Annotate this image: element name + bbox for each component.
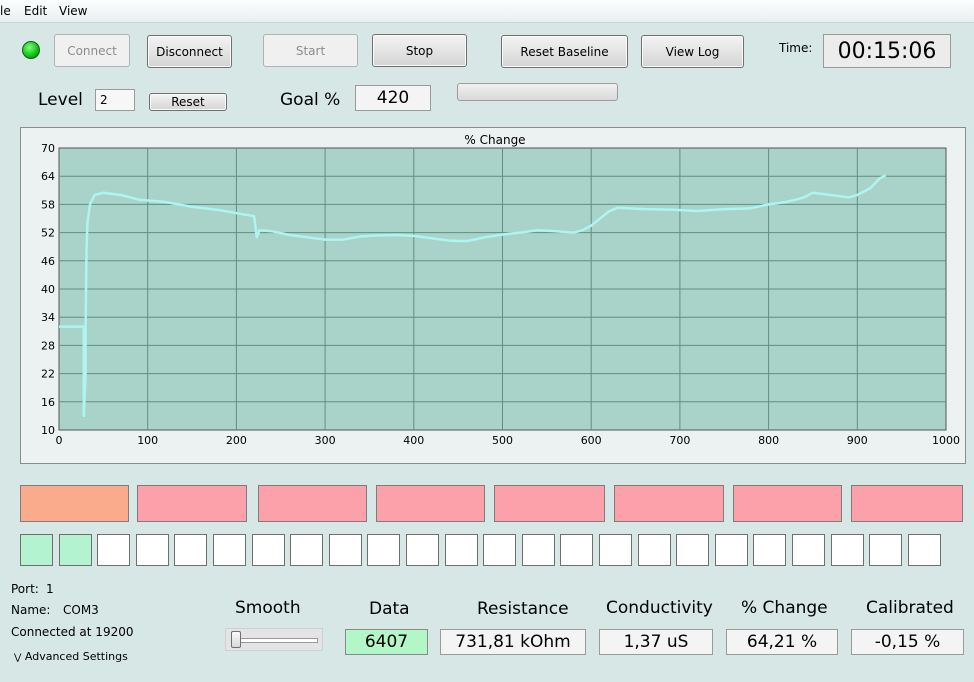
indicator-square bbox=[444, 534, 478, 566]
conductivity-label: Conductivity bbox=[606, 598, 713, 618]
double-chevron-down-icon: ⋁ bbox=[14, 653, 22, 663]
indicator-square bbox=[599, 534, 632, 566]
goal-progress-bar bbox=[457, 83, 618, 101]
menu-edit[interactable]: Edit bbox=[24, 4, 47, 18]
x-tick-label: 800 bbox=[758, 434, 779, 447]
port-label: Port: bbox=[11, 582, 39, 596]
name-label: Name: bbox=[11, 603, 51, 617]
indicator-square bbox=[907, 534, 941, 566]
indicator-square bbox=[406, 534, 439, 566]
indicator-square bbox=[213, 534, 246, 566]
x-tick-label: 700 bbox=[669, 434, 690, 447]
smooth-slider-thumb[interactable] bbox=[231, 631, 241, 648]
x-tick-label: 100 bbox=[137, 434, 158, 447]
advanced-settings-label: Advanced Settings bbox=[24, 650, 128, 663]
indicator-square bbox=[58, 534, 92, 566]
y-tick-label: 46 bbox=[41, 255, 55, 268]
indicator-tile bbox=[851, 485, 963, 522]
x-tick-label: 600 bbox=[581, 434, 602, 447]
menu-bar: le Edit View bbox=[0, 0, 974, 23]
name-value: COM3 bbox=[63, 603, 99, 617]
data-readout: 6407 bbox=[345, 629, 428, 655]
x-tick-label: 400 bbox=[403, 434, 424, 447]
conductivity-readout: 1,37 uS bbox=[599, 629, 713, 655]
level-label: Level bbox=[38, 90, 83, 110]
x-tick-label: 200 bbox=[226, 434, 247, 447]
indicator-square bbox=[676, 534, 710, 566]
y-tick-label: 28 bbox=[41, 339, 55, 352]
disconnect-button[interactable]: Disconnect bbox=[147, 35, 232, 68]
change-label: % Change bbox=[741, 598, 828, 618]
indicator-tile bbox=[614, 485, 724, 522]
indicator-tile bbox=[20, 485, 129, 522]
indicator-square bbox=[328, 534, 362, 566]
indicator-square bbox=[97, 534, 131, 566]
y-tick-label: 16 bbox=[41, 396, 55, 409]
y-tick-label: 58 bbox=[41, 198, 55, 211]
y-tick-label: 40 bbox=[41, 283, 55, 296]
indicator-square bbox=[560, 534, 594, 566]
data-label: Data bbox=[369, 599, 410, 619]
indicator-tile bbox=[137, 485, 247, 522]
x-tick-label: 1000 bbox=[932, 434, 960, 447]
time-label: Time: bbox=[779, 41, 813, 55]
calibrated-readout: -0,15 % bbox=[851, 629, 964, 655]
indicator-tile bbox=[376, 485, 485, 522]
level-reset-button[interactable]: Reset bbox=[149, 93, 227, 111]
reset-baseline-button[interactable]: Reset Baseline bbox=[501, 35, 628, 68]
y-tick-label: 34 bbox=[41, 311, 55, 324]
advanced-settings-toggle[interactable]: ⋁ Advanced Settings bbox=[14, 650, 128, 663]
indicator-tile bbox=[258, 485, 367, 522]
indicator-square bbox=[367, 534, 401, 566]
indicator-square bbox=[869, 534, 903, 566]
view-log-button[interactable]: View Log bbox=[641, 35, 744, 68]
connection-text: Connected at 19200 bbox=[11, 625, 134, 639]
indicator-tile bbox=[494, 485, 605, 522]
indicator-square bbox=[792, 534, 825, 566]
chart-title: % Change bbox=[464, 133, 525, 147]
indicator-square bbox=[830, 534, 864, 566]
menu-file[interactable]: le bbox=[0, 4, 11, 18]
indicator-tile bbox=[733, 485, 842, 522]
resistance-readout: 731,81 kOhm bbox=[440, 629, 586, 655]
indicator-square bbox=[637, 534, 671, 566]
indicator-square bbox=[174, 534, 208, 566]
x-tick-label: 0 bbox=[56, 434, 63, 447]
indicator-square bbox=[483, 534, 517, 566]
indicator-square bbox=[714, 534, 748, 566]
indicator-square bbox=[251, 534, 285, 566]
indicator-square bbox=[290, 534, 324, 566]
menu-view[interactable]: View bbox=[59, 4, 87, 18]
y-tick-label: 22 bbox=[41, 368, 55, 381]
x-tick-label: 500 bbox=[492, 434, 513, 447]
resistance-label: Resistance bbox=[477, 599, 569, 619]
goal-label: Goal % bbox=[280, 90, 341, 110]
indicator-square bbox=[135, 534, 169, 566]
y-tick-label: 70 bbox=[41, 142, 55, 155]
indicator-square bbox=[521, 534, 555, 566]
port-value: 1 bbox=[46, 582, 54, 596]
start-button[interactable]: Start bbox=[263, 34, 358, 67]
y-tick-label: 52 bbox=[41, 227, 55, 240]
y-tick-label: 10 bbox=[41, 424, 55, 437]
smooth-label: Smooth bbox=[235, 598, 301, 618]
y-tick-label: 64 bbox=[41, 170, 55, 183]
change-chart-panel: % Change 0 100 200 300 400 500 600 700 800 900 100… bbox=[20, 127, 966, 464]
level-input[interactable]: 2 bbox=[95, 89, 135, 111]
stop-button[interactable]: Stop bbox=[372, 34, 467, 67]
smooth-slider-track bbox=[232, 638, 318, 643]
smooth-slider[interactable] bbox=[225, 628, 323, 651]
goal-input[interactable]: 420 bbox=[355, 85, 431, 111]
indicator-square bbox=[20, 534, 53, 566]
change-chart: % Change 0 100 200 300 400 500 600 700 800 900 100… bbox=[41, 133, 960, 447]
indicator-square bbox=[753, 534, 787, 566]
x-tick-label: 900 bbox=[847, 434, 868, 447]
calibrated-label: Calibrated bbox=[866, 598, 954, 618]
change-readout: 64,21 % bbox=[726, 629, 838, 655]
connect-button[interactable]: Connect bbox=[54, 34, 130, 67]
x-tick-label: 300 bbox=[315, 434, 336, 447]
time-display: 00:15:06 bbox=[823, 34, 951, 68]
connection-status-led bbox=[22, 41, 40, 59]
